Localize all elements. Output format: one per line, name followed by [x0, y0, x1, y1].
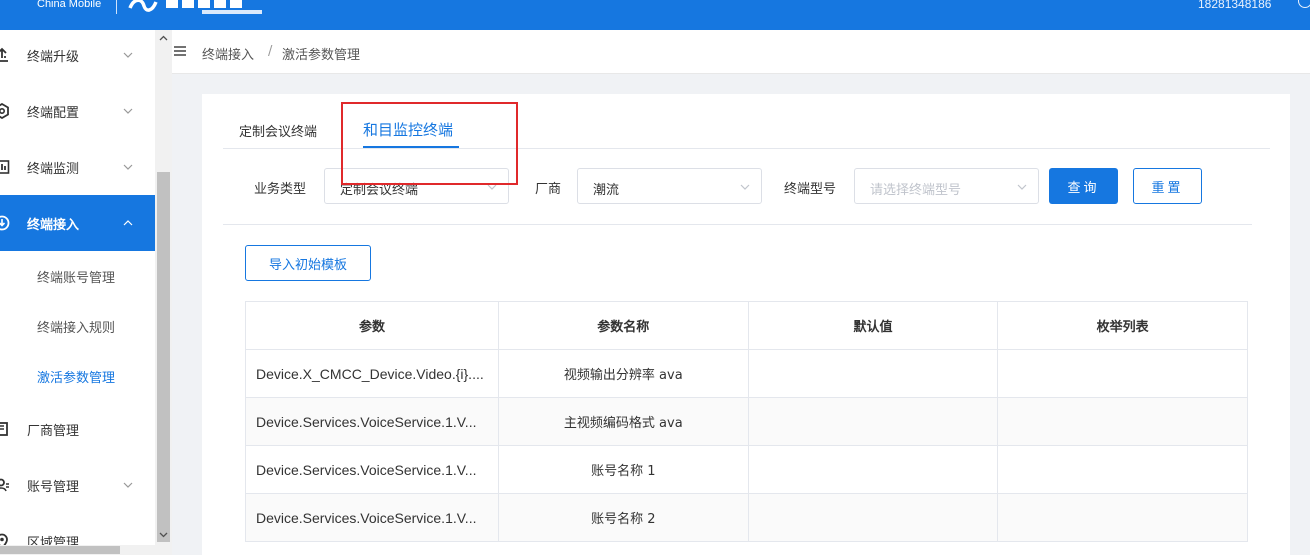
chevron-down-icon [740, 184, 750, 190]
vendor-icon [0, 422, 8, 436]
chevron-down-icon [123, 52, 133, 58]
monitor-icon [0, 160, 10, 174]
breadcrumb-item-terminal-access[interactable]: 终端接入 [202, 44, 254, 63]
sidebar-item-label: 终端升级 [27, 49, 80, 65]
model-placeholder: 请选择终端型号 [870, 183, 962, 198]
chevron-down-icon [123, 108, 133, 114]
cell-default-value [747, 349, 999, 398]
vendor-select[interactable]: 潮流 [577, 168, 762, 204]
chevron-down-icon [123, 164, 133, 170]
vendor-label: 厂商 [535, 182, 562, 197]
params-table: 参数 参数名称 默认值 枚举列表 Device.X_CMCC_Device.Vi… [245, 301, 1248, 542]
column-header-param-name: 参数名称 [497, 301, 749, 350]
sidebar-item-label: 终端配置 [27, 105, 80, 121]
sidebar-item-label: 厂商管理 [27, 423, 80, 439]
filter-divider [223, 224, 1252, 225]
scrollbar-thumb[interactable] [157, 172, 170, 542]
sidebar: 终端升级 终端配置 终端监测 终端接入 终端账号管理 终端接入规则 激活参数管理… [0, 30, 155, 555]
brand-separator [116, 0, 117, 14]
chevron-down-icon [123, 482, 133, 488]
vendor-value: 潮流 [593, 183, 620, 198]
table-row[interactable]: Device.Services.VoiceService.1.V... 账号名称… [245, 493, 1248, 542]
cell-param: Device.X_CMCC_Device.Video.{i}.... [245, 349, 499, 398]
sidebar-horizontal-scrollbar[interactable] [0, 545, 155, 555]
sidebar-item-label: 终端监测 [27, 161, 80, 177]
menu-toggle-icon[interactable] [174, 46, 186, 56]
breadcrumb-separator: / [268, 44, 273, 59]
table-row[interactable]: Device.Services.VoiceService.1.V... 主视频编… [245, 397, 1248, 446]
config-icon [0, 103, 9, 119]
business-type-label: 业务类型 [254, 182, 307, 197]
sidebar-subitem-activation-params[interactable]: 激活参数管理 [0, 351, 155, 401]
cell-default-value [747, 397, 999, 446]
top-header: China Mobile 18281348186 [0, 0, 1310, 30]
user-avatar-icon[interactable] [1298, 0, 1310, 8]
sidebar-vertical-scrollbar[interactable] [155, 30, 172, 555]
table-row[interactable]: Device.X_CMCC_Device.Video.{i}.... 视频输出分… [245, 349, 1248, 398]
sidebar-item-terminal-access[interactable]: 终端接入 [0, 195, 155, 251]
cell-enum-list [997, 349, 1248, 398]
cell-enum-list [997, 493, 1248, 542]
table-row[interactable]: Device.Services.VoiceService.1.V... 账号名称… [245, 445, 1248, 494]
reset-button[interactable]: 重置 [1133, 168, 1202, 204]
model-select[interactable]: 请选择终端型号 [854, 168, 1039, 204]
cell-enum-list [997, 445, 1248, 494]
cell-enum-list [997, 397, 1248, 446]
sidebar-item-terminal-monitor[interactable]: 终端监测 [0, 139, 155, 195]
sidebar-item-account-management[interactable]: 账号管理 [0, 457, 155, 513]
cell-param: Device.Services.VoiceService.1.V... [245, 445, 499, 494]
cell-param: Device.Services.VoiceService.1.V... [245, 493, 499, 542]
cell-param: Device.Services.VoiceService.1.V... [245, 397, 499, 446]
breadcrumb-item-activation-params: 激活参数管理 [282, 48, 361, 63]
scroll-up-arrow-icon[interactable] [159, 34, 168, 43]
access-icon [0, 215, 10, 231]
cell-param-name: 视频输出分辨率 ava [497, 349, 749, 398]
cell-default-value [747, 493, 999, 542]
scrollbar-thumb[interactable] [0, 546, 120, 554]
sidebar-subitem-label: 终端接入规则 [37, 320, 116, 336]
account-icon [0, 478, 9, 492]
search-button[interactable]: 查询 [1049, 168, 1118, 204]
chevron-up-icon [123, 220, 133, 226]
column-header-enum-list: 枚举列表 [997, 301, 1248, 350]
highlight-annotation-box [341, 102, 518, 185]
cell-param-name: 账号名称 2 [497, 493, 749, 542]
user-phone-number[interactable]: 18281348186 [1198, 0, 1271, 11]
tab-custom-conference-terminal[interactable]: 定制会议终端 [239, 121, 317, 140]
brand-logo-icon [128, 0, 262, 14]
column-header-param: 参数 [245, 301, 499, 350]
cell-param-name: 账号名称 1 [497, 445, 749, 494]
scroll-down-arrow-icon[interactable] [159, 530, 168, 539]
column-header-default-value: 默认值 [747, 301, 999, 350]
sidebar-subitem-label: 激活参数管理 [37, 370, 116, 386]
upgrade-icon [0, 47, 8, 62]
sidebar-subitem-access-rules[interactable]: 终端接入规则 [0, 301, 155, 351]
sidebar-item-label: 账号管理 [27, 479, 80, 495]
model-label: 终端型号 [784, 182, 837, 197]
sidebar-item-terminal-config[interactable]: 终端配置 [0, 83, 155, 139]
sidebar-item-vendor-management[interactable]: 厂商管理 [0, 401, 155, 457]
sidebar-item-terminal-upgrade[interactable]: 终端升级 [0, 27, 155, 83]
chevron-down-icon [1017, 184, 1027, 190]
import-template-button[interactable]: 导入初始模板 [245, 245, 371, 281]
main-card: 定制会议终端 和目监控终端 业务类型 定制会议终端 厂商 潮流 终端型号 请选择… [202, 94, 1290, 555]
cell-default-value [747, 445, 999, 494]
cell-param-name: 主视频编码格式 ava [497, 397, 749, 446]
brand-text: China Mobile [37, 0, 102, 10]
sidebar-subitem-label: 终端账号管理 [37, 270, 116, 286]
sidebar-item-label: 终端接入 [27, 217, 80, 233]
breadcrumb-bar: 终端接入 / 激活参数管理 [172, 30, 1310, 74]
table-header-row: 参数 参数名称 默认值 枚举列表 [245, 301, 1248, 350]
sidebar-subitem-account-management[interactable]: 终端账号管理 [0, 251, 155, 301]
